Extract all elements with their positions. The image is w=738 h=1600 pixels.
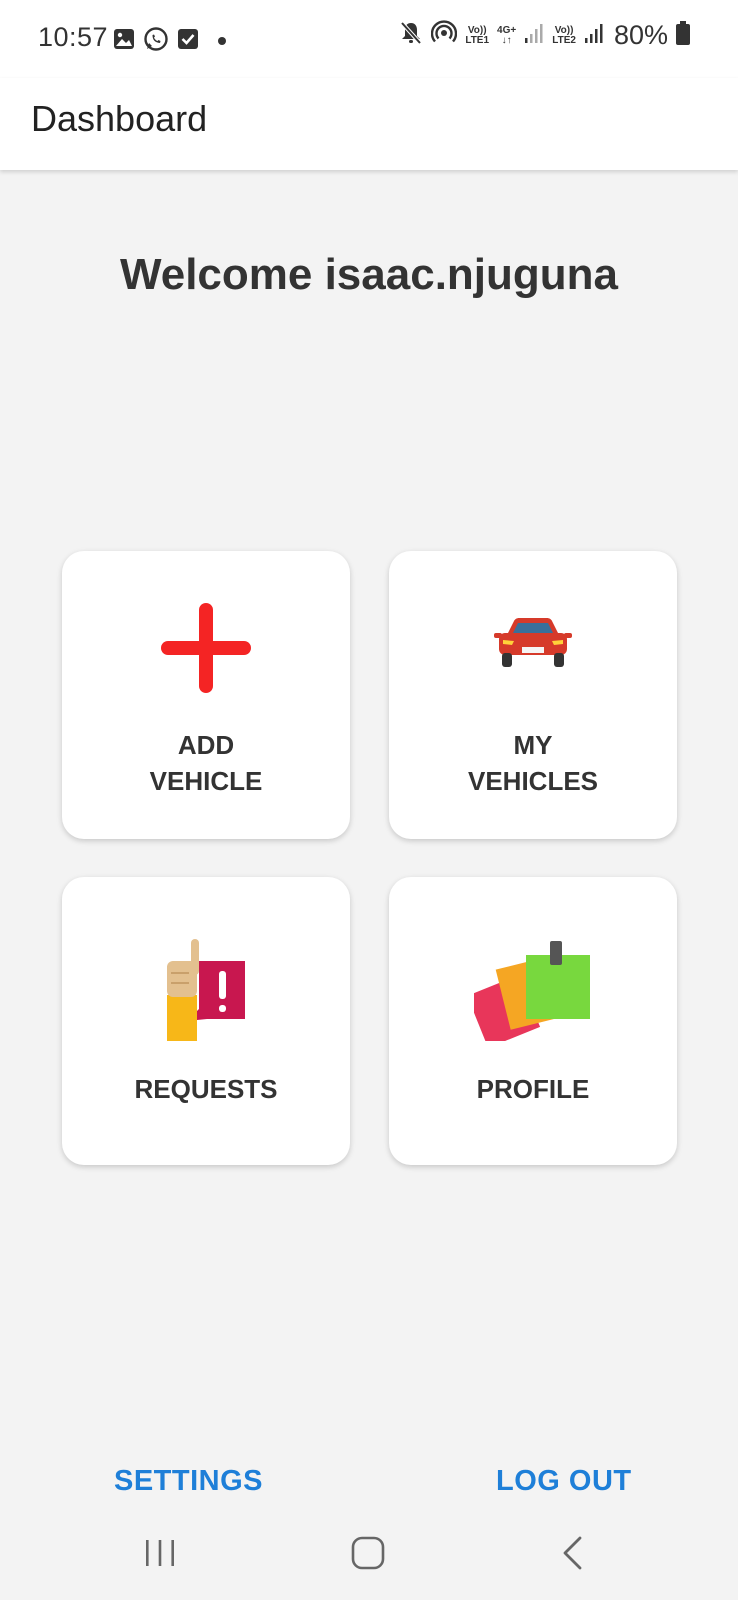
sim2-bottom-label: LTE2 — [552, 34, 576, 46]
dot-icon — [217, 33, 227, 51]
my-vehicles-label-line2: VEHICLES — [467, 766, 599, 796]
sim2-top-label: Vo)) — [554, 24, 574, 36]
status-bar: 10:57 Vo)) LTE1 4G+ ↓↑ Vo)) LTE2 80% — [0, 0, 738, 78]
logout-button[interactable]: LOG OUT — [496, 1465, 632, 1498]
settings-button[interactable]: SETTINGS — [114, 1465, 263, 1498]
app-bar: Dashboard — [0, 78, 738, 170]
gallery-icon — [113, 28, 135, 55]
system-nav-bar — [0, 1510, 738, 1600]
recent-apps-icon — [146, 1540, 174, 1566]
4g-plus-icon: 4G+ ↓↑ — [497, 24, 517, 46]
profile-notes-icon — [389, 941, 677, 1041]
status-right-icons: Vo)) LTE1 4G+ ↓↑ Vo)) LTE2 80% — [399, 20, 690, 51]
home-icon — [351, 1536, 385, 1570]
request-icon — [62, 939, 350, 1041]
back-icon — [563, 1536, 582, 1570]
my-vehicles-label-line1: MY — [513, 730, 553, 760]
sim1-top-label: Vo)) — [467, 24, 487, 36]
home-button[interactable] — [338, 1528, 398, 1578]
volte-lte2-icon: Vo)) LTE2 — [552, 24, 576, 46]
signal-icon — [584, 22, 604, 49]
plus-icon — [62, 603, 350, 693]
profile-label-line1: PROFILE — [476, 1074, 590, 1104]
net-type-label: 4G+ — [497, 24, 517, 36]
profile-card[interactable]: PROFILE — [389, 877, 677, 1165]
my-vehicles-card[interactable]: MY VEHICLES — [389, 551, 677, 839]
whatsapp-icon — [143, 26, 169, 57]
requests-card[interactable]: REQUESTS — [62, 877, 350, 1165]
car-icon — [389, 617, 677, 669]
profile-label: PROFILE — [409, 1071, 657, 1107]
hotspot-icon — [431, 20, 458, 51]
sim1-bottom-label: LTE1 — [465, 34, 490, 46]
status-time: 10:57 — [38, 22, 109, 52]
recent-apps-button[interactable] — [130, 1528, 190, 1578]
add-vehicle-label-line2: VEHICLE — [149, 766, 263, 796]
battery-icon — [676, 21, 690, 50]
add-vehicle-label: ADD VEHICLE — [82, 727, 330, 799]
status-left-icons — [113, 26, 227, 57]
add-vehicle-card[interactable]: ADD VEHICLE — [62, 551, 350, 839]
welcome-message: Welcome isaac.njuguna — [119, 250, 618, 299]
requests-label: REQUESTS — [82, 1071, 330, 1107]
back-button[interactable] — [543, 1528, 603, 1578]
signal-icon — [524, 22, 544, 49]
page-title: Dashboard — [31, 98, 208, 139]
data-arrows-icon: ↓↑ — [501, 34, 512, 46]
add-vehicle-label-line1: ADD — [177, 730, 235, 760]
battery-percent: 80% — [613, 20, 668, 50]
checkbox-icon — [177, 28, 199, 55]
my-vehicles-label: MY VEHICLES — [409, 727, 657, 799]
mute-icon — [399, 20, 423, 51]
volte-lte1-icon: Vo)) LTE1 — [465, 24, 490, 46]
requests-label-line1: REQUESTS — [134, 1074, 278, 1104]
